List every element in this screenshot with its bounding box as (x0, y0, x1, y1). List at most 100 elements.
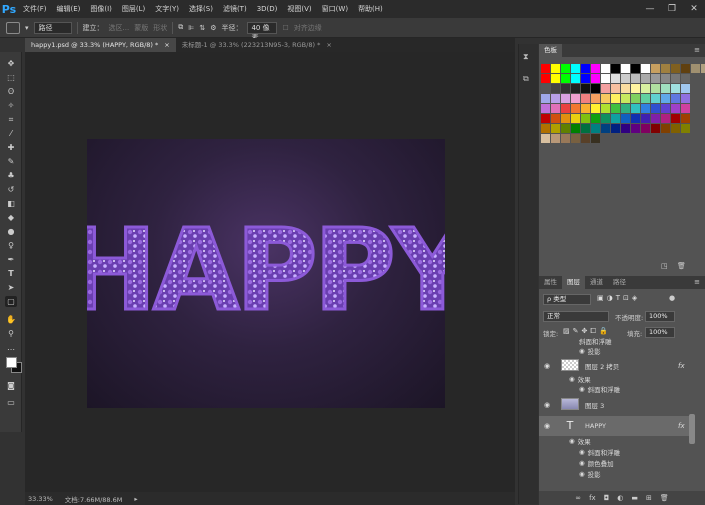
effects-group[interactable]: ◉ 效果 (569, 436, 591, 446)
brush-tool-icon[interactable]: ✎ (5, 156, 17, 167)
layer-filter-select[interactable]: ρ 类型 (543, 294, 591, 305)
color-swatch[interactable] (551, 104, 560, 113)
menu-file[interactable]: 文件(F) (18, 4, 52, 14)
foreground-color-swatch[interactable] (6, 357, 17, 368)
color-swatch[interactable] (661, 94, 670, 103)
menu-window[interactable]: 窗口(W) (317, 4, 353, 14)
color-swatch[interactable] (541, 84, 550, 93)
color-swatch[interactable] (631, 84, 640, 93)
tab-layers[interactable]: 图层 (562, 276, 585, 289)
color-swatch[interactable] (651, 74, 660, 83)
menu-filter[interactable]: 滤镜(T) (218, 4, 252, 14)
color-swatch[interactable] (541, 134, 550, 143)
tab-happy1[interactable]: happy1.psd @ 33.3% (HAPPY, RGB/8) * × (25, 38, 176, 52)
color-swatch[interactable] (551, 74, 560, 83)
color-swatch[interactable] (621, 74, 630, 83)
dodge-tool-icon[interactable]: ♀ (5, 240, 17, 251)
color-swatch[interactable] (681, 64, 690, 73)
color-swatch[interactable] (561, 64, 570, 73)
dropdown-chevron-icon[interactable]: ▾ (25, 24, 29, 32)
color-swatch[interactable] (561, 74, 570, 83)
effect-item[interactable]: ◉ 颜色叠加 (579, 458, 614, 468)
color-swatch[interactable] (661, 84, 670, 93)
color-swatch[interactable] (601, 94, 610, 103)
color-swatch[interactable] (631, 94, 640, 103)
radius-input[interactable]: 40 像素 (247, 21, 278, 42)
path-alignment-icon[interactable]: ⊫ (188, 24, 194, 32)
color-swatch[interactable] (641, 74, 650, 83)
color-swatch[interactable] (611, 124, 620, 133)
color-swatch[interactable] (671, 114, 680, 123)
new-swatch-icon[interactable]: ◳ (661, 262, 668, 270)
color-swatch[interactable] (601, 84, 610, 93)
type-tool-icon[interactable]: T (5, 268, 17, 279)
color-swatch[interactable] (611, 94, 620, 103)
hand-tool-icon[interactable]: ✋ (5, 314, 17, 325)
make-shape-button[interactable]: 形状 (153, 23, 167, 33)
color-swatch[interactable] (621, 114, 630, 123)
color-swatch[interactable] (641, 104, 650, 113)
color-swatch[interactable] (561, 134, 570, 143)
zoom-tool-icon[interactable]: ⚲ (5, 328, 17, 339)
blur-tool-icon[interactable]: ● (5, 226, 17, 237)
layer-row-selected[interactable]: ◉ T HAPPY fx (539, 416, 689, 436)
magic-wand-tool-icon[interactable]: ✧ (5, 100, 17, 111)
path-arrange-icon[interactable]: ⇅ (199, 24, 205, 32)
color-swatch[interactable] (551, 84, 560, 93)
add-mask-icon[interactable]: ◘ (604, 494, 610, 502)
color-swatch[interactable] (591, 124, 600, 133)
rounded-rectangle-tool-icon[interactable]: ▢ (5, 296, 17, 307)
close-window-button[interactable]: ✕ (683, 0, 705, 18)
color-swatch[interactable] (681, 114, 690, 123)
color-swatch[interactable] (681, 94, 690, 103)
tab-paths[interactable]: 路径 (608, 276, 631, 289)
delete-layer-icon[interactable]: 🗑 (660, 494, 669, 502)
panel-menu-icon[interactable]: ≡ (694, 46, 700, 54)
color-swatch[interactable] (581, 124, 590, 133)
color-swatch[interactable] (631, 114, 640, 123)
color-swatch[interactable] (671, 84, 680, 93)
effect-item[interactable]: ◉ 投影 (579, 469, 601, 479)
color-swatch[interactable] (601, 104, 610, 113)
clone-stamp-tool-icon[interactable]: ♣ (5, 170, 17, 181)
color-swatch[interactable] (601, 124, 610, 133)
color-swatch[interactable] (541, 114, 550, 123)
color-swatch[interactable] (541, 94, 550, 103)
color-swatch[interactable] (601, 114, 610, 123)
color-swatch[interactable] (551, 124, 560, 133)
color-swatch[interactable] (551, 114, 560, 123)
color-swatch[interactable] (561, 94, 570, 103)
color-swatch[interactable] (621, 104, 630, 113)
color-swatch[interactable] (581, 114, 590, 123)
color-swatch[interactable] (671, 94, 680, 103)
color-swatch[interactable] (611, 64, 620, 73)
color-swatch[interactable] (571, 104, 580, 113)
zoom-level[interactable]: 33.33% (28, 495, 53, 503)
layers-scrollbar[interactable] (689, 414, 695, 444)
path-operations-icon[interactable]: ⧉ (178, 23, 183, 32)
color-swatch[interactable] (661, 74, 670, 83)
color-swatch[interactable] (641, 114, 650, 123)
history-panel-icon[interactable]: ⧗ (523, 52, 534, 63)
color-swatch[interactable] (591, 64, 600, 73)
eye-icon[interactable]: ◉ (544, 362, 550, 370)
pen-tool-icon[interactable]: ✒ (5, 254, 17, 265)
color-swatch[interactable] (541, 104, 550, 113)
effect-item[interactable]: ◉ 投影 (579, 346, 601, 356)
color-swatch[interactable] (581, 74, 590, 83)
opacity-input[interactable]: 100% (645, 311, 675, 322)
layer-filter-icons[interactable]: ▣◑T⊡◈ (597, 294, 640, 302)
color-swatch[interactable] (591, 84, 600, 93)
align-edges-checkbox[interactable]: ☐ (282, 24, 288, 32)
paint-bucket-tool-icon[interactable]: ◆ (5, 212, 17, 223)
document-canvas[interactable]: HAPPY (87, 139, 445, 408)
color-swatch[interactable] (571, 134, 580, 143)
lock-icons[interactable]: ▨✎✥⧠🔒 (563, 327, 611, 336)
layer-row[interactable]: ◉ 图层 2 拷贝 fx (539, 358, 689, 373)
color-swatch[interactable] (581, 64, 590, 73)
color-swatch[interactable] (571, 84, 580, 93)
menu-image[interactable]: 图像(I) (85, 4, 117, 14)
history-brush-tool-icon[interactable]: ↺ (5, 184, 17, 195)
close-icon[interactable]: × (164, 38, 169, 52)
color-swatch[interactable] (551, 134, 560, 143)
